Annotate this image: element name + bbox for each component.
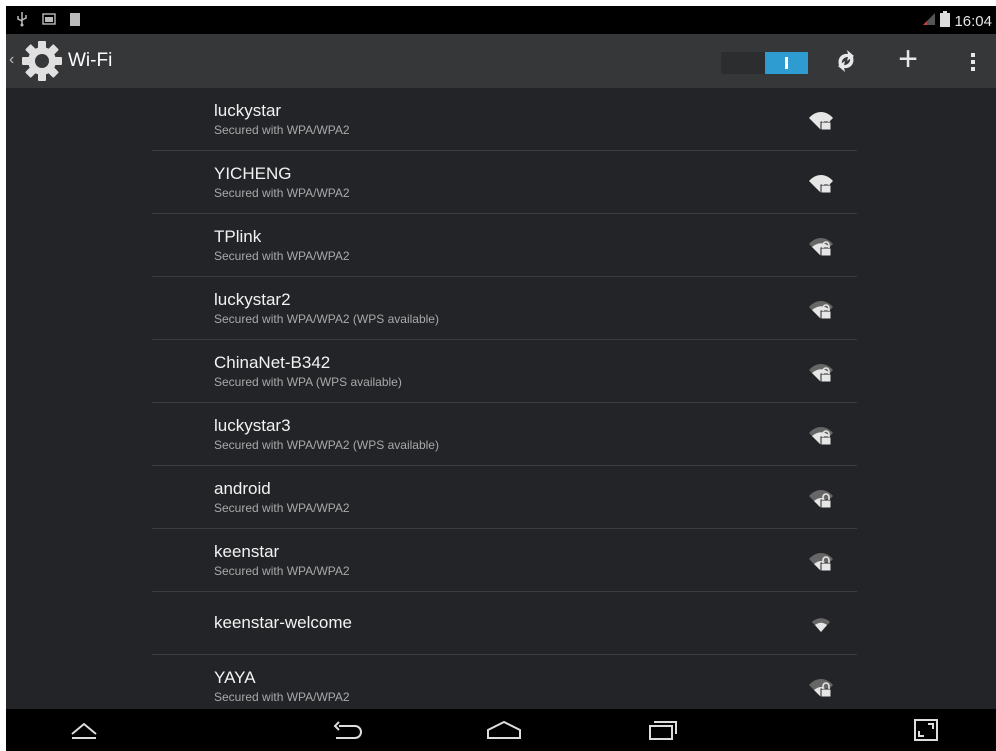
- network-ssid: ChinaNet-B342: [214, 353, 331, 372]
- network-ssid: YAYA: [214, 668, 256, 687]
- wifi-toggle-switch[interactable]: [721, 52, 808, 74]
- recent-apps-icon[interactable]: [644, 716, 680, 744]
- network-row[interactable]: YICHENG Secured with WPA/WPA2: [152, 151, 857, 214]
- toggle-on-indicator: [785, 57, 788, 69]
- network-row[interactable]: keenstar-welcome: [152, 592, 857, 655]
- status-clock: 16:04: [954, 12, 992, 30]
- network-ssid: keenstar-welcome: [214, 613, 352, 632]
- wifi-lock-icon: [809, 679, 833, 698]
- network-security: Secured with WPA/WPA2: [214, 123, 350, 137]
- battery-icon: [940, 11, 951, 31]
- up-navigation-caret-icon[interactable]: ‹: [9, 51, 14, 69]
- wifi-network-list: luckystar Secured with WPA/WPA2 YICHENG …: [152, 88, 857, 717]
- signal-icon: [922, 12, 936, 30]
- network-ssid: luckystar: [214, 101, 282, 120]
- network-row[interactable]: TPlink Secured with WPA/WPA2: [152, 214, 857, 277]
- add-network-icon[interactable]: +: [891, 42, 925, 78]
- network-security: Secured with WPA/WPA2 (WPS available): [214, 312, 439, 326]
- network-security: Secured with WPA/WPA2 (WPS available): [214, 438, 439, 452]
- network-security: Secured with WPA/WPA2: [214, 186, 350, 200]
- settings-gear-icon[interactable]: [20, 39, 64, 83]
- network-security: Secured with WPA/WPA2: [214, 249, 350, 263]
- network-ssid: TPlink: [214, 227, 262, 246]
- overflow-menu-icon[interactable]: [956, 44, 990, 78]
- screenshot-icon[interactable]: [912, 716, 940, 744]
- network-ssid: luckystar2: [214, 290, 291, 309]
- wifi-lock-icon: [809, 238, 833, 257]
- wifi-lock-icon: [809, 301, 833, 320]
- wifi-settings-screen: 16:04 ‹ Wi-Fi + luckystar Secured with W…: [6, 6, 996, 751]
- network-ssid: android: [214, 479, 271, 498]
- network-ssid: luckystar3: [214, 416, 291, 435]
- network-row[interactable]: luckystar3 Secured with WPA/WPA2 (WPS av…: [152, 403, 857, 466]
- sd-card-icon: [70, 12, 80, 30]
- wifi-lock-icon: [809, 364, 833, 383]
- network-security: Secured with WPA/WPA2: [214, 501, 350, 515]
- page-title: Wi-Fi: [68, 50, 113, 71]
- back-icon[interactable]: [330, 716, 364, 744]
- hide-keyboard-icon[interactable]: [68, 716, 100, 744]
- network-security: Secured with WPA/WPA2: [214, 564, 350, 578]
- network-security: Secured with WPA/WPA2: [214, 690, 350, 704]
- status-bar: 16:04: [6, 6, 996, 34]
- wifi-lock-icon: [809, 490, 833, 509]
- toggle-thumb: [765, 52, 808, 74]
- network-row[interactable]: keenstar Secured with WPA/WPA2: [152, 529, 857, 592]
- usb-icon: [16, 11, 28, 31]
- network-row[interactable]: luckystar Secured with WPA/WPA2: [152, 88, 857, 151]
- network-row[interactable]: luckystar2 Secured with WPA/WPA2 (WPS av…: [152, 277, 857, 340]
- wifi-lock-icon: [809, 427, 833, 446]
- wps-refresh-icon[interactable]: [829, 44, 863, 78]
- wifi-lock-icon: [809, 175, 833, 194]
- wifi-lock-icon: [809, 553, 833, 572]
- navigation-bar: [6, 709, 996, 751]
- network-row[interactable]: YAYA Secured with WPA/WPA2: [152, 655, 857, 717]
- network-row[interactable]: android Secured with WPA/WPA2: [152, 466, 857, 529]
- network-ssid: keenstar: [214, 542, 280, 561]
- network-row[interactable]: ChinaNet-B342 Secured with WPA (WPS avai…: [152, 340, 857, 403]
- screenshot-notification-icon: [42, 13, 56, 29]
- network-ssid: YICHENG: [214, 164, 292, 183]
- action-bar: ‹ Wi-Fi +: [6, 34, 996, 88]
- wifi-lock-icon: [809, 112, 833, 131]
- home-icon[interactable]: [484, 716, 524, 744]
- wifi-open-icon: [812, 618, 830, 632]
- network-security: Secured with WPA (WPS available): [214, 375, 402, 389]
